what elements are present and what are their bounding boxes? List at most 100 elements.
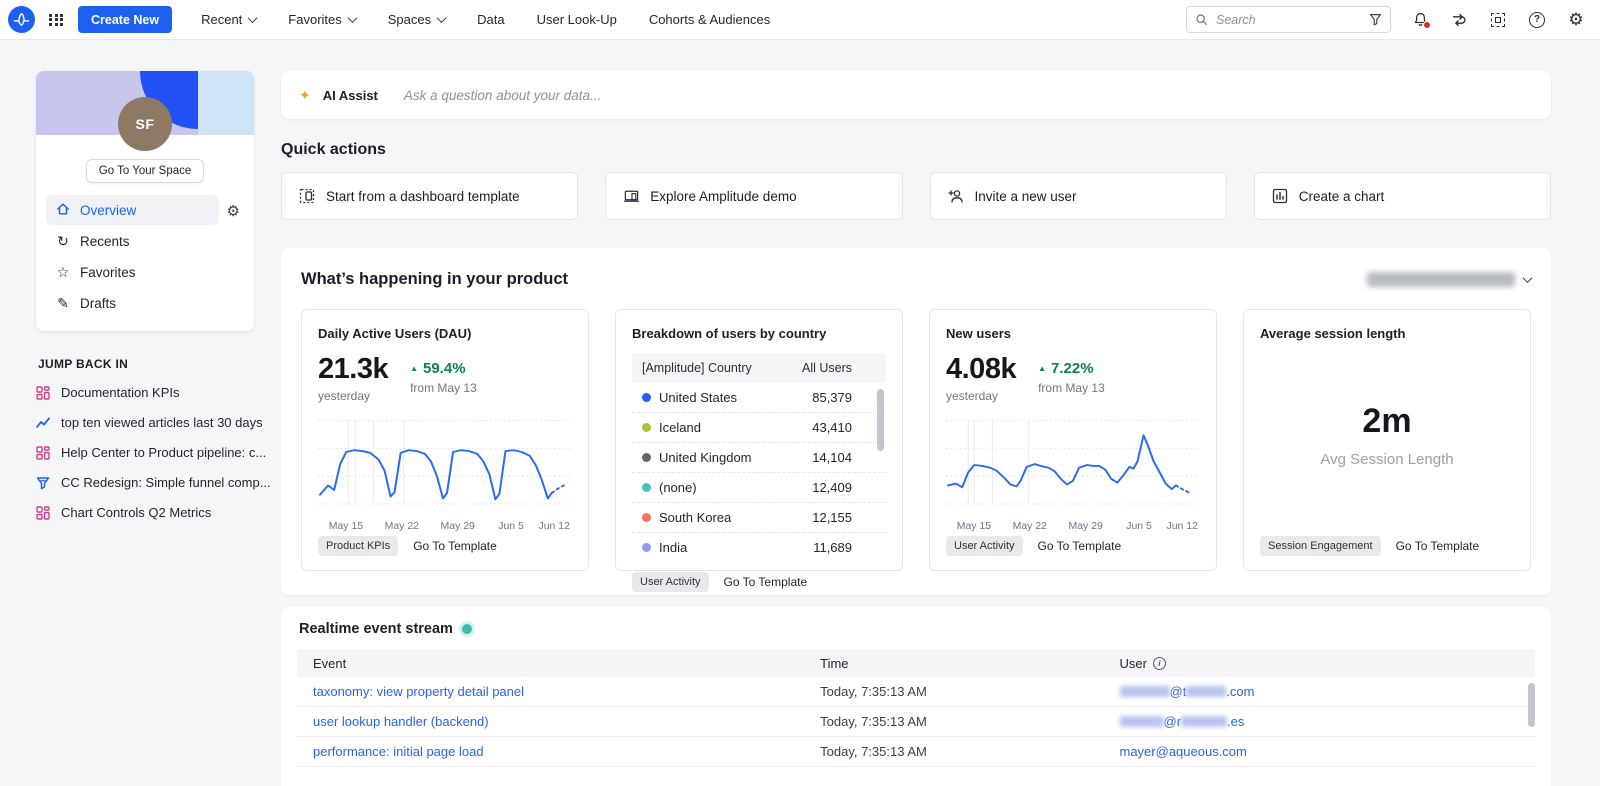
session-replay-icon[interactable] [1488,10,1508,30]
chevron-down-icon [437,13,447,23]
series-dot-icon [642,423,651,432]
avatar[interactable]: SF [118,97,172,151]
create-new-button[interactable]: Create New [78,6,172,33]
table-row[interactable]: user lookup handler (backend) Today, 7:3… [297,707,1535,737]
project-selector[interactable] [1367,272,1531,287]
quick-action-create-chart[interactable]: Create a chart [1254,172,1551,220]
nav-recent[interactable]: Recent [190,12,267,27]
kpi-card-new-users[interactable]: New users 4.08k yesterday ▲ 7.22% from M… [929,309,1217,571]
sidebar-item-overview[interactable]: Overview [46,195,219,225]
series-dot-icon [642,543,651,552]
amplitude-logo-icon[interactable] [8,6,35,33]
nav-user-lookup[interactable]: User Look-Up [526,12,628,27]
app-launcher-icon[interactable] [49,14,64,26]
sidebar-item-recents[interactable]: ↻ Recents [46,226,244,256]
kpi-card-country-breakdown[interactable]: Breakdown of users by country [Amplitude… [615,309,903,571]
go-to-template-link[interactable]: Go To Template [1396,539,1480,553]
quick-actions-title: Quick actions [281,141,1551,159]
funnel-icon [36,476,52,490]
search-box[interactable] [1186,6,1391,33]
table-row[interactable]: United States 85,379 [632,383,886,413]
sidebar-item-favorites[interactable]: ☆ Favorites [46,257,244,287]
jump-item[interactable]: Help Center to Product pipeline: c... [36,445,254,460]
nav-spaces[interactable]: Spaces [377,12,456,27]
user-link[interactable]: @t.com [1120,684,1535,699]
home-icon [55,202,71,218]
event-table: Event Time Useri taxonomy: view property… [297,649,1535,767]
session-length-value: 2m [1362,402,1411,441]
category-chip[interactable]: Session Engagement [1260,536,1381,556]
dashboard-icon [36,386,52,400]
country-table-header: [Amplitude] Country All Users [632,353,886,383]
quick-action-dashboard-template[interactable]: Start from a dashboard template [281,172,578,220]
search-icon [1195,13,1208,26]
line-chart-icon [36,416,52,430]
event-link[interactable]: taxonomy: view property detail panel [313,684,820,699]
user-link[interactable]: mayer@aqueous.com [1120,744,1535,759]
series-dot-icon [642,393,651,402]
table-row[interactable]: Iceland 43,410 [632,413,886,443]
user-link[interactable]: @r.es [1120,714,1535,729]
sidebar: SF Go To Your Space Overview ⚙ ↻ Recents [36,71,254,535]
kpi-card-session-length[interactable]: Average session length 2m Avg Session Le… [1243,309,1531,571]
redacted-text [1181,716,1227,727]
go-to-template-link[interactable]: Go To Template [1038,539,1122,553]
quick-action-explore-demo[interactable]: Explore Amplitude demo [605,172,902,220]
go-to-your-space-button[interactable]: Go To Your Space [86,159,205,183]
banner-decoration [198,71,254,135]
go-to-template-link[interactable]: Go To Template [724,575,808,589]
sidebar-item-drafts[interactable]: ✎ Drafts [46,288,244,318]
table-row[interactable]: taxonomy: view property detail panel Tod… [297,677,1535,707]
category-chip[interactable]: User Activity [946,536,1023,556]
info-icon[interactable]: i [1153,657,1166,670]
settings-gear-icon[interactable]: ⚙ [1566,10,1586,30]
category-chip[interactable]: User Activity [632,572,709,592]
template-icon [298,188,316,204]
x-axis-labels: May 15 May 22 May 29 Jun 5 Jun 12 [318,520,572,534]
search-input[interactable] [1214,12,1363,28]
series-dot-icon [642,483,651,492]
category-chip[interactable]: Product KPIs [318,536,398,556]
up-arrow-icon: ▲ [410,365,418,373]
nav-cohorts-audiences[interactable]: Cohorts & Audiences [638,12,781,27]
whats-happening-section: What’s happening in your product Daily A… [281,248,1551,595]
event-link[interactable]: user lookup handler (backend) [313,714,820,729]
x-axis-labels: May 15 May 22 May 29 Jun 5 Jun 12 [946,520,1200,534]
scrollbar-thumb[interactable] [877,389,884,451]
realtime-event-stream-section: Realtime event stream Event Time Useri t… [281,607,1551,786]
kpi-card-dau[interactable]: Daily Active Users (DAU) 21.3k yesterday… [301,309,589,571]
jump-item[interactable]: Documentation KPIs [36,385,254,400]
invite-user-icon [947,188,965,204]
go-to-template-link[interactable]: Go To Template [413,539,497,553]
filter-icon[interactable] [1369,13,1382,26]
star-icon: ☆ [55,265,71,279]
section-title: Realtime event stream [299,621,453,637]
sparkle-icon: ✦ [299,87,311,104]
series-dot-icon [642,513,651,522]
jump-item[interactable]: Chart Controls Q2 Metrics [36,505,254,520]
table-row[interactable]: (none) 12,409 [632,473,886,503]
jump-item[interactable]: CC Redesign: Simple funnel comp... [36,475,254,490]
quick-action-invite-user[interactable]: Invite a new user [930,172,1227,220]
bar-chart-icon [1271,188,1289,204]
ai-assist-bar[interactable]: ✦ AI Assist Ask a question about your da… [281,71,1551,119]
table-row[interactable]: South Korea 12,155 [632,503,886,533]
jump-item[interactable]: top ten viewed articles last 30 days [36,415,254,430]
event-link[interactable]: performance: initial page load [313,744,820,759]
scrollbar-thumb[interactable] [1528,683,1535,727]
ai-assist-label: AI Assist [323,88,378,103]
space-settings-gear-icon[interactable]: ⚙ [219,202,244,220]
nav-data[interactable]: Data [466,12,515,27]
notifications-bell-icon[interactable] [1410,10,1430,30]
pathfinder-icon[interactable] [1449,10,1469,30]
table-row[interactable]: performance: initial page load Today, 7:… [297,737,1535,767]
new-users-delta: ▲ 7.22% [1038,361,1105,376]
dau-delta: ▲ 59.4% [410,361,477,376]
new-users-value: 4.08k [946,355,1016,384]
nav-favorites[interactable]: Favorites [277,12,366,27]
help-icon[interactable]: ? [1527,10,1547,30]
jump-back-in-title: JUMP BACK IN [38,357,252,371]
table-row[interactable]: United Kingdom 14,104 [632,443,886,473]
table-row[interactable]: India 11,689 [632,533,886,562]
redacted-project-name [1367,272,1515,287]
